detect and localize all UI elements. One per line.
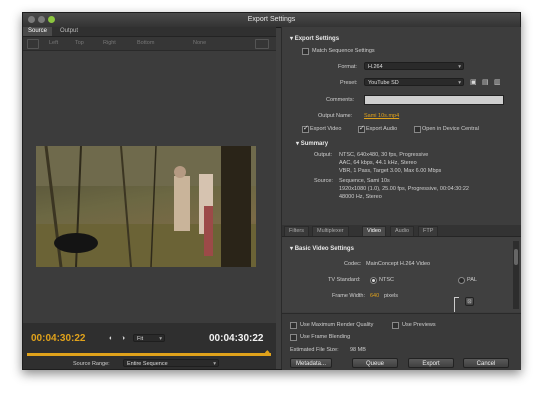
tab-audio[interactable]: Audio [390,226,415,236]
summary-source-label: Source: [314,178,333,184]
codec-label: Codec: [344,261,362,267]
format-select[interactable]: H.264 [364,62,464,71]
title-bar: Export Settings [23,13,520,28]
export-settings-window: Export Settings Source Output Left Top R… [22,12,521,370]
video-frame [36,146,256,267]
codec-value: MainConcept H.264 Video [366,261,431,267]
pal-radio[interactable] [458,277,465,284]
basic-video-title: Basic Video Settings [294,246,354,252]
metadata-button[interactable]: Metadata... [290,358,332,368]
summary-source-line: 1920x1080 (1.0), 25.00 fps, Progressive,… [339,186,469,192]
export-settings-title: Export Settings [294,36,340,42]
output-name-label: Output Name: [318,113,353,119]
video-frame-image [36,146,256,267]
export-settings-header[interactable]: ▾ Export Settings [290,35,339,42]
queue-button[interactable]: Queue [352,358,398,368]
basic-video-header[interactable]: ▾ Basic Video Settings [290,245,354,252]
zoom-select[interactable]: Fit [133,334,165,343]
frame-width-value[interactable]: 640 [370,293,379,299]
summary-header[interactable]: ▾ Summary [296,140,328,147]
max-render-label: Use Maximum Render Quality [300,322,374,328]
file-size-label: Estimated File Size: [290,347,339,353]
summary-output-line: NTSC, 640x480, 30 fps, Progressive [339,152,429,158]
match-sequence-checkbox[interactable] [302,48,309,55]
export-audio-label: Export Audio [366,126,398,132]
tab-filters[interactable]: Filters [284,226,309,236]
summary-output-line: AAC, 64 kbps, 44.1 kHz, Stereo [339,160,417,166]
crop-left-label: Left [49,40,59,46]
tab-source[interactable]: Source [23,27,53,36]
frame-blending-checkbox[interactable] [290,334,297,341]
pal-label: PAL [467,277,477,283]
crop-bottom-label: Bottom [137,40,155,46]
crop-top-label: Top [75,40,84,46]
summary-source-line: Sequence, Sami 10s [339,178,390,184]
lock-aspect-button[interactable]: ⊡ [465,297,474,306]
format-label: Format: [338,64,357,70]
preset-label: Preset: [340,80,358,86]
link-bracket [454,297,459,312]
export-audio-checkbox[interactable] [358,124,365,133]
tab-ftp[interactable]: FTP [418,226,439,236]
tab-multiplexer[interactable]: Multiplexer [312,226,349,236]
ntsc-label: NTSC [379,277,394,283]
source-tabs: Source Output [23,27,276,37]
use-previews-checkbox[interactable] [392,322,399,329]
current-timecode[interactable]: 00:04:30:22 [31,333,85,344]
source-range-label: Source Range: [73,361,110,367]
range-bar[interactable] [27,353,271,356]
import-preset-icon[interactable]: ▤ [482,78,489,86]
output-name-link[interactable]: Sami 10s.mp4 [364,113,399,119]
comments-input[interactable] [364,95,504,105]
crop-ratio-select[interactable]: None [193,40,206,46]
mark-in-icon[interactable]: ◐ [109,335,113,342]
ntsc-radio[interactable] [370,277,377,284]
preset-select[interactable]: YouTube SD [364,78,464,87]
summary-source-line: 48000 Hz, Stereo [339,194,382,200]
frame-blending-label: Use Frame Blending [300,334,351,340]
tab-video[interactable]: Video [362,226,386,236]
file-size-value: 98 MB [350,347,366,353]
comments-label: Comments: [326,97,355,103]
settings-tabs: Filters Multiplexer Video Audio FTP [282,225,521,237]
export-button[interactable]: Export [408,358,454,368]
source-pane: Source Output Left Top Right Bottom None [23,27,276,369]
mark-out-icon[interactable]: ◑ [121,335,125,342]
scrollbar-thumb[interactable] [514,249,518,265]
tv-standard-label: TV Standard: [328,277,361,283]
frame-width-unit: pixels [384,293,399,299]
video-settings-panel: ▾ Basic Video Settings Codec: MainConcep… [282,237,521,312]
settings-pane: ▾ Export Settings Match Sequence Setting… [281,27,521,370]
frame-width-label: Frame Width: [332,293,366,299]
device-central-checkbox[interactable] [414,126,421,133]
window-title: Export Settings [247,16,296,23]
summary-output-label: Output: [314,152,333,158]
cancel-button[interactable]: Cancel [463,358,509,368]
export-video-label: Export Video [310,126,342,132]
video-settings-scrollbar[interactable] [513,241,519,309]
save-preset-icon[interactable]: ▣ [470,78,477,86]
aspect-icon[interactable] [255,39,269,49]
summary-output-line: VBR, 1 Pass, Target 3.00, Max 6.00 Mbps [339,168,442,174]
source-range-select[interactable]: Entire Sequence [123,359,219,368]
duration-timecode: 00:04:30:22 [209,333,264,344]
crop-toolbar: Left Top Right Bottom None [23,37,276,51]
summary-title: Summary [300,141,329,147]
playhead-icon[interactable]: ◆ [265,349,270,356]
delete-preset-icon[interactable]: ▥ [494,78,501,86]
device-central-label: Open in Device Central [422,126,479,132]
export-video-checkbox[interactable] [302,124,309,133]
export-options: Use Maximum Render Quality Use Previews … [282,313,521,370]
use-previews-label: Use Previews [402,322,436,328]
crop-right-label: Right [103,40,116,46]
crop-icon[interactable] [27,39,39,49]
timeline-bar: 00:04:30:22 ◐ ◑ Fit 00:04:30:22 ◆ Source… [23,323,276,369]
match-sequence-label: Match Sequence Settings [312,48,375,54]
max-render-checkbox[interactable] [290,322,297,329]
video-preview-area [23,51,276,323]
tab-output[interactable]: Output [55,27,83,36]
